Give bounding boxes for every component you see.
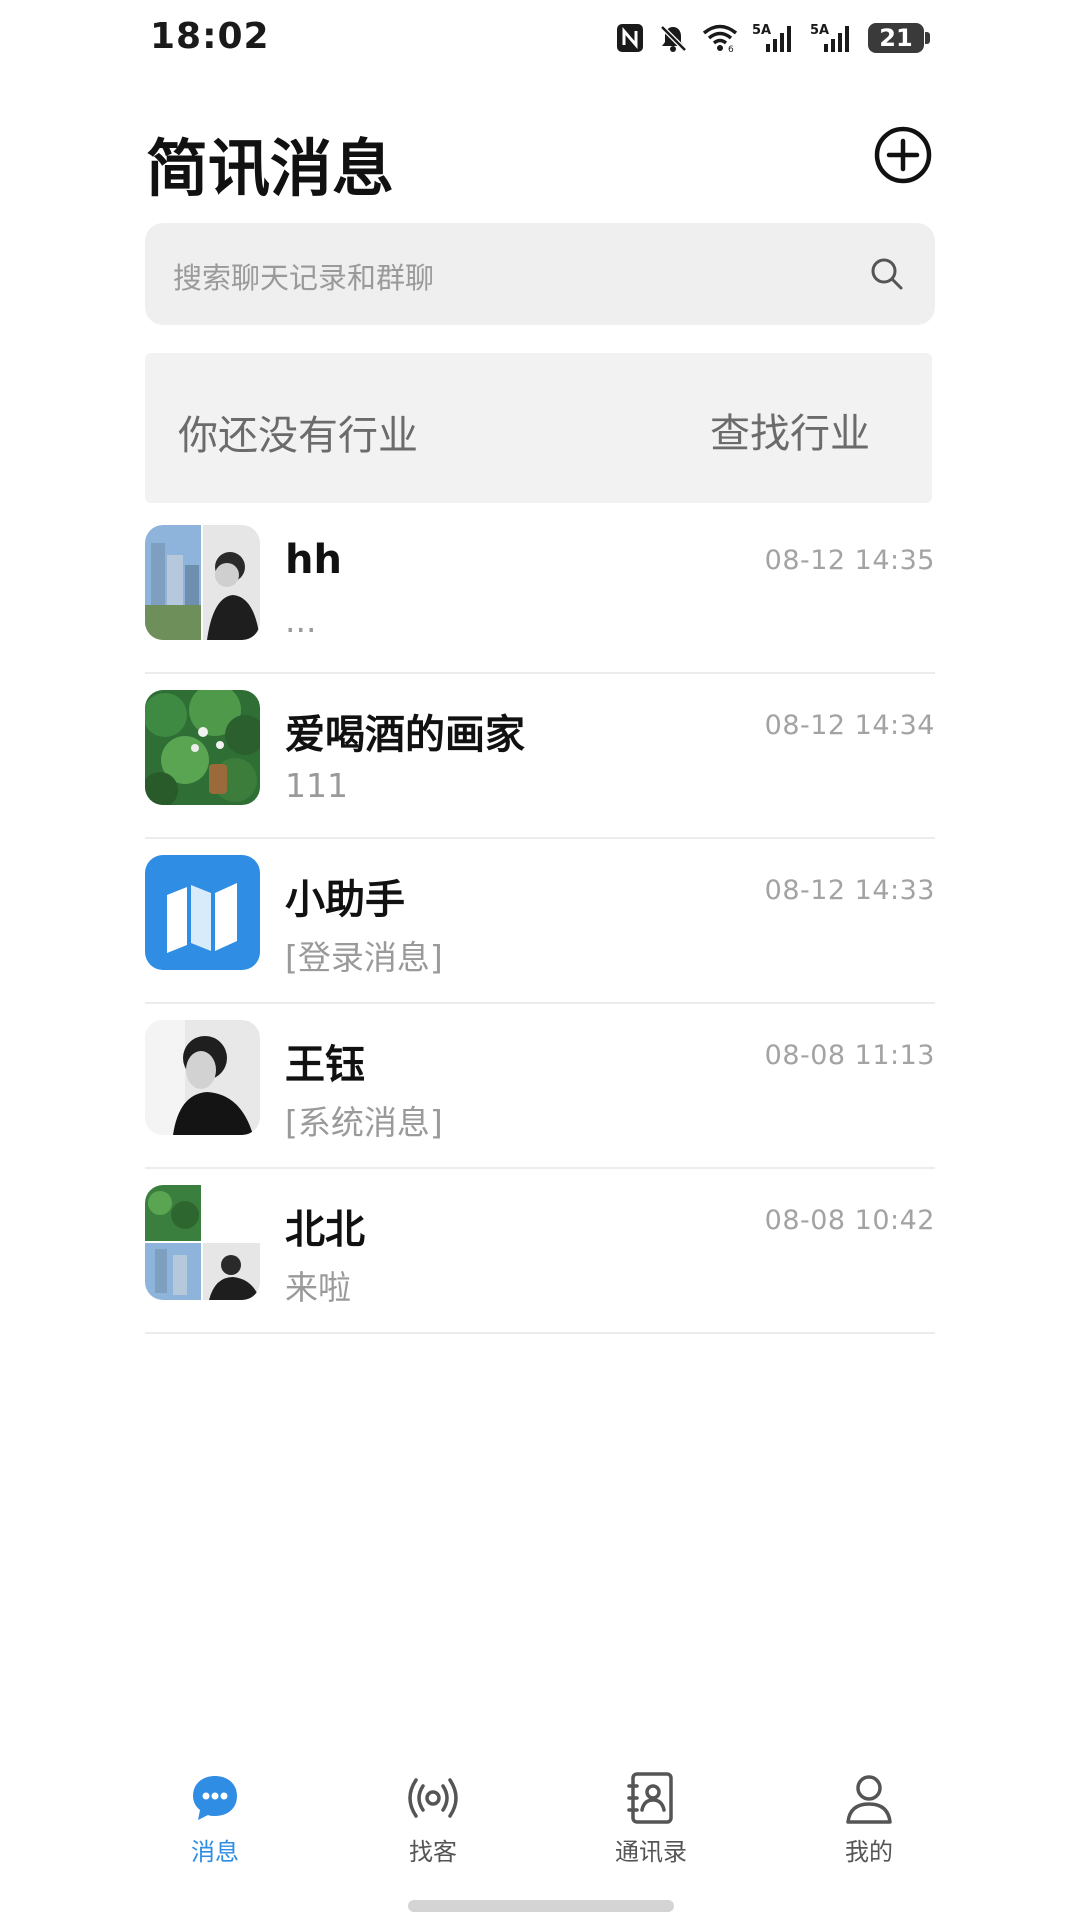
nature-avatar	[145, 690, 260, 805]
industry-banner: 你还没有行业 查找行业	[145, 353, 932, 503]
svg-text:6: 6	[728, 45, 734, 53]
conversation-time: 08-08 11:13	[764, 1040, 935, 1071]
conversation-item[interactable]: 爱喝酒的画家 111 08-12 14:34	[145, 674, 935, 839]
svg-text:5A: 5A	[810, 23, 829, 38]
page-title: 简讯消息	[146, 132, 395, 205]
bottom-tab-bar: 消息 找客 通讯录 我的	[0, 1770, 1080, 1880]
tab-label: 我的	[845, 1838, 893, 1866]
tab-messages[interactable]: 消息	[135, 1770, 295, 1880]
conversation-name: 小助手	[285, 877, 405, 923]
broadcast-icon	[408, 1778, 458, 1818]
plus-circle-icon	[874, 126, 932, 184]
home-indicator[interactable]	[408, 1900, 674, 1912]
find-industry-link[interactable]: 查找行业	[710, 401, 870, 459]
tab-label: 通讯录	[615, 1838, 687, 1866]
conversation-preview: [登录消息]	[285, 938, 443, 977]
tab-me[interactable]: 我的	[789, 1770, 949, 1880]
search-icon[interactable]	[869, 256, 905, 292]
battery-icon: 21	[868, 23, 930, 53]
tab-contacts[interactable]: 通讯录	[571, 1770, 731, 1880]
conversation-name: 王钰	[285, 1042, 365, 1088]
tab-find-customers[interactable]: 找客	[353, 1770, 513, 1880]
conversation-preview: 111	[285, 766, 348, 805]
conversation-time: 08-12 14:35	[764, 545, 935, 576]
contacts-book-icon	[627, 1772, 673, 1824]
person-avatar	[145, 1020, 260, 1135]
conversation-preview: ...	[285, 601, 317, 640]
signal-icon: 5A	[752, 22, 796, 54]
conversation-preview: 来啦	[285, 1268, 351, 1307]
nfc-icon	[616, 23, 644, 53]
group-avatar	[145, 1185, 260, 1300]
search-input[interactable]: 搜索聊天记录和群聊	[145, 223, 935, 325]
tab-label: 消息	[191, 1838, 239, 1866]
add-button[interactable]	[874, 126, 932, 184]
conversation-item[interactable]: hh ... 08-12 14:35	[145, 509, 935, 674]
conversation-name: 爱喝酒的画家	[285, 712, 525, 758]
status-icons: 6 5A 5A 21	[616, 18, 930, 58]
conversation-item[interactable]: 王钰 [系统消息] 08-08 11:13	[145, 1004, 935, 1169]
conversation-time: 08-08 10:42	[764, 1205, 935, 1236]
battery-level: 21	[879, 24, 913, 52]
conversation-name: 北北	[285, 1207, 365, 1253]
conversation-list: hh ... 08-12 14:35 爱喝酒的画家 111 08-12 14:3…	[145, 509, 935, 1334]
conversation-time: 08-12 14:34	[764, 710, 935, 741]
assistant-avatar	[145, 855, 260, 970]
svg-text:5A: 5A	[752, 23, 771, 38]
conversation-item[interactable]: 小助手 [登录消息] 08-12 14:33	[145, 839, 935, 1004]
mute-icon	[658, 23, 688, 53]
status-time: 18:02	[150, 16, 270, 57]
industry-empty-text: 你还没有行业	[178, 413, 418, 459]
status-bar: 18:02 6 5A 5A 21	[0, 0, 1080, 80]
conversation-preview: [系统消息]	[285, 1103, 443, 1142]
tab-label: 找客	[409, 1838, 457, 1866]
person-icon	[846, 1775, 892, 1824]
conversation-name: hh	[285, 537, 342, 583]
wifi-icon: 6	[702, 23, 738, 53]
group-avatar	[145, 525, 260, 640]
conversation-item[interactable]: 北北 来啦 08-08 10:42	[145, 1169, 935, 1334]
search-placeholder: 搜索聊天记录和群聊	[173, 261, 435, 295]
conversation-time: 08-12 14:33	[764, 875, 935, 906]
signal-icon: 5A	[810, 22, 854, 54]
chat-bubble-icon	[193, 1776, 237, 1820]
